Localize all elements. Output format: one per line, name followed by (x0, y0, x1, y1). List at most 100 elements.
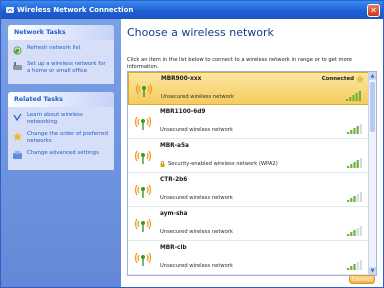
close-button[interactable]: ✕ (367, 4, 380, 17)
settings-icon (13, 151, 22, 159)
network-name: MBR1100-6d9 (160, 109, 206, 115)
signal-strength-icon (347, 260, 362, 270)
scroll-thumb[interactable] (370, 82, 375, 132)
signal-bar (353, 230, 356, 236)
network-name: MBR-a5a (160, 143, 189, 149)
signal-bar (353, 264, 356, 270)
advanced-label: Change advanced settings (27, 150, 99, 156)
network-security: Unsecured wireless network (160, 195, 233, 201)
network-tasks-title[interactable]: Network Tasks (8, 25, 114, 40)
signal-bar (359, 124, 362, 134)
signal-bar (347, 234, 350, 236)
setup-label: Set up a wireless network for a home or … (27, 61, 106, 74)
network-security-label: Unsecured wireless network (161, 94, 234, 100)
signal-bar (353, 162, 356, 168)
network-list-item[interactable]: MBR1100-6d9 Unsecured wireless network (128, 106, 369, 139)
network-name: CTR-2b6 (160, 177, 188, 183)
network-security-label: Unsecured wireless network (160, 127, 233, 133)
network-security-label: Unsecured wireless network (160, 263, 233, 269)
network-name: MBR900-xxx (161, 76, 202, 82)
wireless-antenna-icon (134, 252, 152, 266)
network-list-item[interactable]: MBR900-xxx Unsecured wireless network Conn… (128, 72, 369, 105)
window-title: Wireless Network Connection (17, 6, 134, 14)
signal-bar (352, 95, 355, 101)
signal-bar (356, 194, 359, 202)
signal-bar (350, 266, 353, 270)
network-security: Unsecured wireless network (160, 263, 233, 269)
signal-bar (359, 226, 362, 236)
learn-label: Learn about wireless networking (27, 112, 83, 125)
signal-strength-icon (347, 158, 362, 168)
network-tasks-panel: Network Tasks Refresh network list Set u… (8, 25, 114, 84)
signal-bar (347, 132, 350, 134)
signal-bar (355, 93, 358, 101)
signal-bar (356, 160, 359, 168)
signal-bar (359, 192, 362, 202)
signal-bar (350, 198, 353, 202)
scroll-down-button[interactable]: ▼ (369, 267, 376, 275)
change-order-label: Change the order of preferred networks (27, 131, 108, 144)
connection-status: Connected (321, 76, 354, 82)
related-tasks-panel: Related Tasks Learn about wireless netwo… (8, 92, 114, 170)
network-list-item[interactable]: MBR-a5a Security-enabled wireless network… (128, 140, 369, 173)
signal-strength-icon (347, 124, 362, 134)
network-list-scrollbar[interactable]: ▲ ▼ (368, 72, 376, 275)
signal-bar (353, 196, 356, 202)
wireless-antenna-icon (135, 83, 153, 97)
signal-strength-icon (347, 226, 362, 236)
network-security-label: Unsecured wireless network (160, 195, 233, 201)
refresh-network-list-link[interactable]: Refresh network list (12, 45, 110, 56)
signal-bar (356, 228, 359, 236)
setup-network-icon (13, 62, 22, 70)
wireless-network-icon (6, 7, 14, 13)
task-pane: Network Tasks Refresh network list Set u… (1, 19, 121, 287)
page-title: Choose a wireless network (127, 26, 274, 39)
signal-strength-icon (347, 192, 362, 202)
signal-bar (347, 268, 350, 270)
signal-strength-icon (346, 91, 361, 101)
network-security: Unsecured wireless network (160, 127, 233, 133)
network-security: Unsecured wireless network (160, 229, 233, 235)
network-security: Unsecured wireless network (161, 94, 234, 100)
signal-bar (346, 99, 349, 101)
signal-bar (359, 158, 362, 168)
scroll-up-button[interactable]: ▲ (369, 72, 376, 80)
setup-wireless-network-link[interactable]: Set up a wireless network for a home or … (12, 61, 110, 75)
signal-bar (356, 126, 359, 134)
preferred-star-icon (356, 75, 364, 83)
star-icon (13, 132, 22, 141)
network-list-item[interactable]: aym-sha Unsecured wireless network (128, 208, 369, 241)
network-security-label: Security-enabled wireless network (WPA2) (168, 161, 278, 167)
learn-wireless-link[interactable]: Learn about wireless networking (12, 112, 110, 126)
network-list[interactable]: MBR900-xxx Unsecured wireless network Conn… (127, 71, 377, 276)
network-security: Security-enabled wireless network (WPA2) (160, 161, 278, 167)
signal-bar (356, 262, 359, 270)
signal-bar (347, 166, 350, 168)
signal-bar (358, 91, 361, 101)
related-tasks-title[interactable]: Related Tasks (8, 92, 114, 107)
signal-bar (349, 97, 352, 101)
connect-button[interactable]: Connect (349, 275, 375, 284)
wireless-network-window: Wireless Network Connection ✕ Network Ta… (0, 0, 384, 288)
change-advanced-settings-link[interactable]: Change advanced settings (12, 150, 110, 161)
main-pane: Choose a wireless network Click an item … (121, 19, 383, 287)
wireless-antenna-icon (134, 150, 152, 164)
signal-bar (359, 260, 362, 270)
signal-bar (350, 164, 353, 168)
network-list-item[interactable]: CTR-2b6 Unsecured wireless network (128, 174, 369, 207)
lock-icon (160, 161, 165, 167)
info-icon (13, 113, 22, 122)
refresh-icon (13, 46, 22, 55)
network-security-label: Unsecured wireless network (160, 229, 233, 235)
network-name: MBR-clb (160, 245, 187, 251)
change-order-link[interactable]: Change the order of preferred networks (12, 131, 110, 145)
signal-bar (350, 232, 353, 236)
wireless-antenna-icon (134, 218, 152, 232)
network-list-item[interactable]: MBR-clb Unsecured wireless network (128, 242, 369, 275)
title-bar[interactable]: Wireless Network Connection ✕ (1, 1, 383, 19)
signal-bar (353, 128, 356, 134)
signal-bar (350, 130, 353, 134)
instructions-text: Click an item in the list below to conne… (127, 57, 352, 70)
refresh-label: Refresh network list (27, 45, 81, 51)
wireless-antenna-icon (134, 184, 152, 198)
